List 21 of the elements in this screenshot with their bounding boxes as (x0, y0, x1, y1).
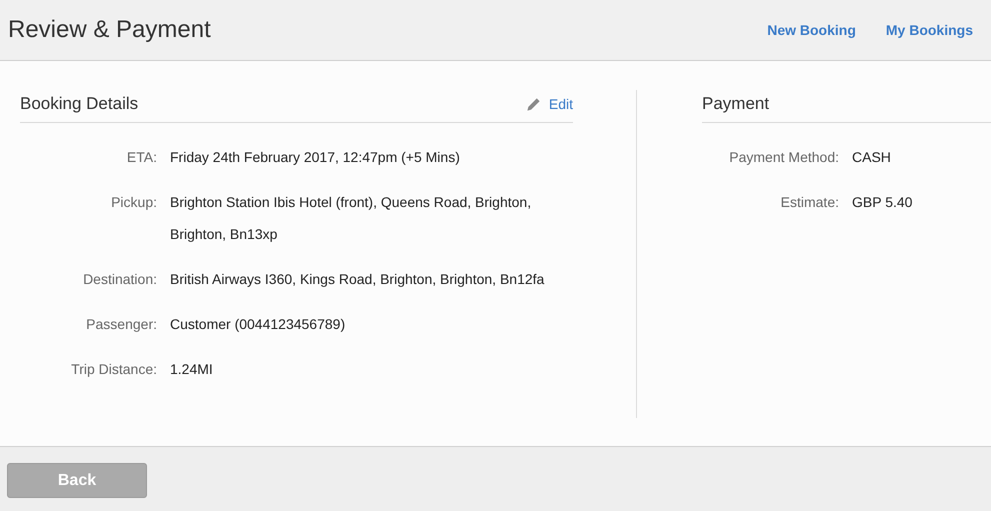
section-title: Payment (702, 94, 770, 115)
field-label: ETA: (126, 148, 157, 167)
field-label: Estimate: (780, 193, 839, 212)
field-value: GBP 5.40 (852, 193, 914, 212)
nav-link[interactable]: New Booking (767, 22, 856, 38)
field-value: CASH (852, 148, 892, 167)
field-value: Friday 24th February 2017, 12:47pm (+5 Mins) (170, 148, 461, 167)
field-value: British Airways I360, Kings Road, Brighton, Brighton, Bn12fa (170, 270, 546, 289)
field-label: Pickup: (110, 193, 157, 212)
edit-link[interactable]: Edit (526, 96, 573, 116)
section-title: Booking Details (20, 94, 138, 115)
field-value: 1.24MI (170, 360, 214, 379)
pencil-icon (526, 96, 541, 112)
field-label: Payment Method: (728, 148, 839, 167)
nav-link[interactable]: My Bookings (886, 22, 973, 38)
field-label: Passenger: (85, 315, 157, 334)
field-value: Customer (0044123456789) (170, 315, 346, 334)
field-label: Trip Distance: (70, 360, 157, 379)
field-value: Brighton Station Ibis Hotel (front), Queens Road, Brighton, Brighton, Bn13xp (170, 193, 532, 244)
page-title: Review & Payment (8, 16, 211, 44)
field-label: Destination: (82, 270, 157, 289)
